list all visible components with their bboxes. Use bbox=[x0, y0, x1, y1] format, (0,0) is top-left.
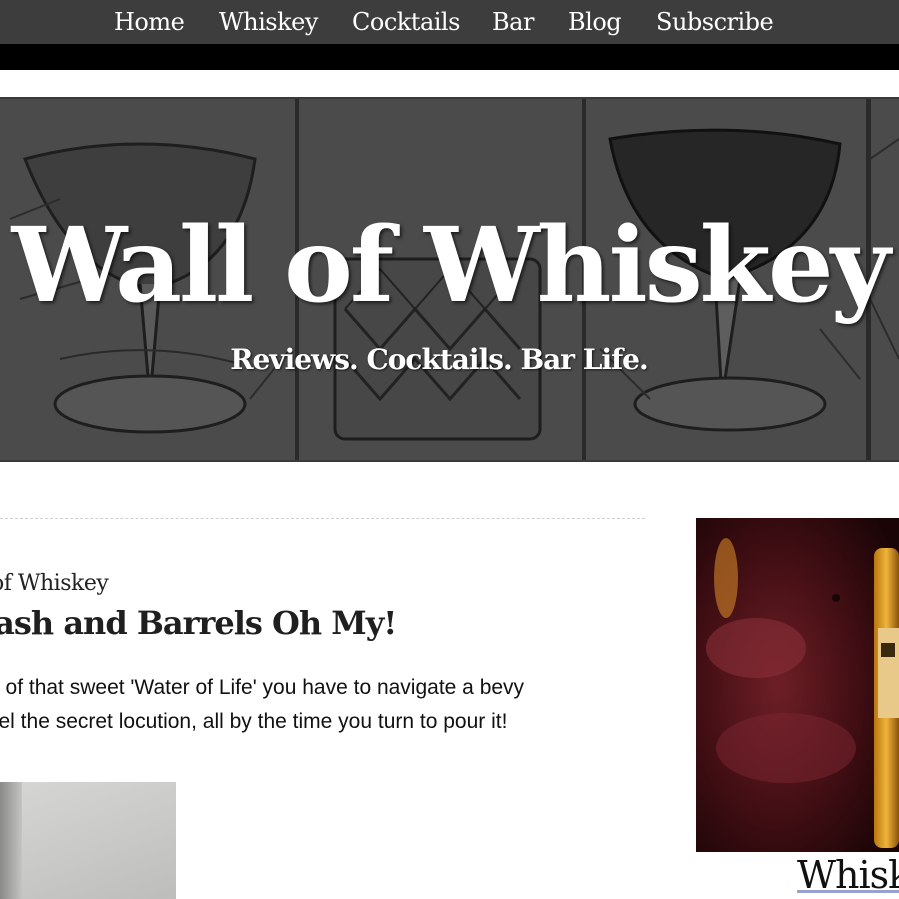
top-navigation: Home Whiskey Cocktails Bar Blog Subscrib… bbox=[0, 0, 899, 44]
site-tagline: Reviews. Cocktails. Bar Life. bbox=[230, 343, 648, 376]
post-title[interactable]: lash and Barrels Oh My! bbox=[0, 604, 397, 642]
nav-home[interactable]: Home bbox=[114, 8, 185, 36]
thumbnail-shadow bbox=[0, 782, 22, 899]
excerpt-line: e of that sweet 'Water of Life' you have… bbox=[0, 676, 525, 699]
site-banner[interactable]: Wall of Whiskey Reviews. Cocktails. Bar … bbox=[0, 97, 899, 462]
nav-blog[interactable]: Blog bbox=[568, 8, 622, 36]
nav-subscribe[interactable]: Subscribe bbox=[656, 8, 774, 36]
sidebar-post-link[interactable]: Whisk bbox=[797, 853, 899, 897]
post-excerpt: e of that sweet 'Water of Life' you have… bbox=[0, 671, 524, 739]
nav-cocktails[interactable]: Cocktails bbox=[352, 8, 460, 36]
nav-whiskey[interactable]: Whiskey bbox=[219, 8, 318, 36]
site-title[interactable]: Wall of Whiskey bbox=[0, 211, 899, 321]
whiskey-bottle-photo bbox=[696, 518, 899, 852]
excerpt-line: vel the secret locution, all by the time… bbox=[0, 710, 508, 733]
nav-bottom-bar bbox=[0, 44, 899, 70]
content-divider bbox=[0, 518, 645, 519]
nav-bar[interactable]: Bar bbox=[492, 8, 534, 36]
post-category[interactable]: of Whiskey bbox=[0, 571, 109, 596]
post-thumbnail[interactable] bbox=[0, 782, 176, 899]
sidebar-feature-image[interactable] bbox=[696, 518, 899, 852]
